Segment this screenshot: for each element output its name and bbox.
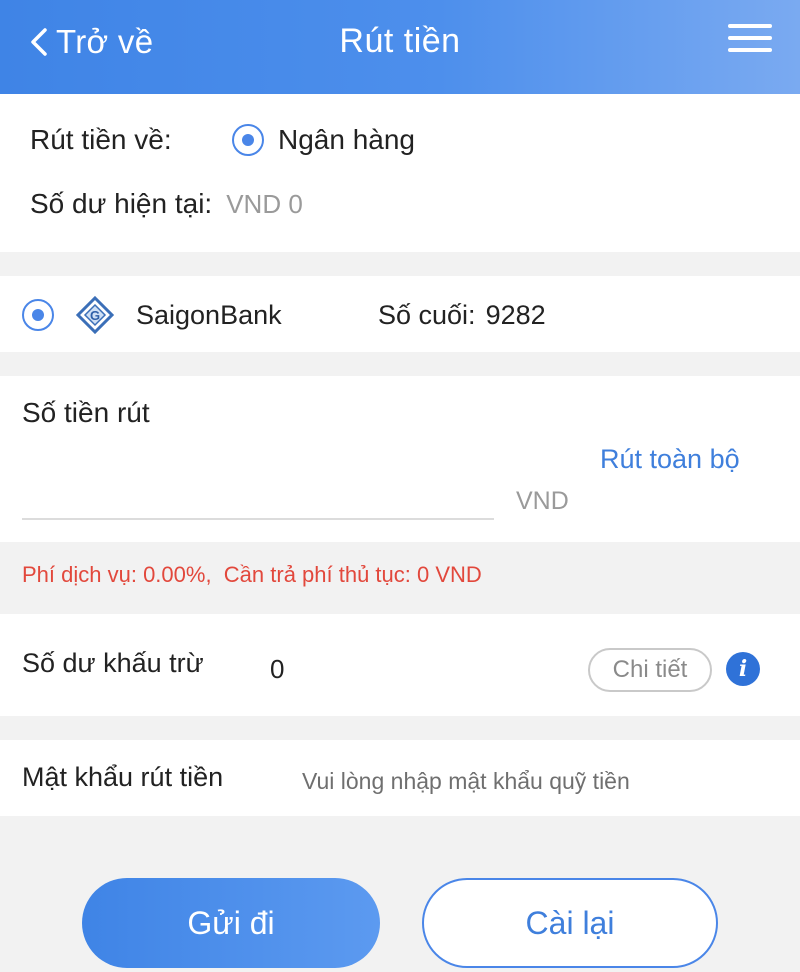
- svg-text:G: G: [90, 308, 100, 323]
- withdraw-all-link[interactable]: Rút toàn bộ: [600, 444, 740, 475]
- fee-notice: Phí dịch vụ: 0.00%, Cần trả phí thủ tục:…: [22, 562, 482, 587]
- radio-selected-icon[interactable]: [232, 124, 264, 156]
- password-placeholder: Vui lòng nhập mật khẩu quỹ tiền: [302, 767, 630, 794]
- reset-button[interactable]: Cài lại: [422, 878, 718, 968]
- saigonbank-logo-icon: G: [75, 295, 115, 335]
- amount-input[interactable]: [22, 476, 494, 516]
- bank-name: SaigonBank: [136, 299, 282, 330]
- amount-label: Số tiền rút: [22, 397, 150, 428]
- submit-button[interactable]: Gửi đi: [82, 878, 380, 968]
- amount-input-underline: [22, 518, 494, 520]
- app-header: Trở về Rút tiền: [0, 0, 800, 94]
- page-title: Rút tiền: [339, 22, 461, 60]
- amount-currency: VND: [516, 486, 569, 515]
- balance-value: VND 0: [226, 188, 303, 219]
- withdraw-to-label: Rút tiền về:: [30, 124, 172, 155]
- password-section: Mật khẩu rút tiền Vui lòng nhập mật khẩu…: [0, 740, 800, 816]
- detail-button[interactable]: Chi tiết: [588, 648, 712, 692]
- amount-section: Số tiền rút Rút toàn bộ VND: [0, 376, 800, 542]
- last-digits-value: 9282: [485, 299, 546, 330]
- password-input[interactable]: Vui lòng nhập mật khẩu quỹ tiền: [302, 764, 772, 798]
- balance-label: Số dư hiện tại:: [30, 188, 213, 219]
- info-icon[interactable]: i: [726, 652, 760, 686]
- deduction-value: 0: [270, 653, 285, 684]
- bank-radio-option[interactable]: Ngân hàng: [232, 122, 415, 158]
- bank-radio-icon[interactable]: [22, 299, 54, 331]
- withdraw-destination-section: Rút tiền về: Ngân hàng Số dư hiện tại: V…: [0, 94, 800, 252]
- hamburger-menu-icon[interactable]: [728, 24, 772, 60]
- last-digits-label: Số cuối:: [378, 299, 476, 330]
- bank-card-row[interactable]: G SaigonBank Số cuối: 9282: [0, 276, 800, 352]
- password-label: Mật khẩu rút tiền: [22, 761, 224, 792]
- deduction-label: Số dư khấu trừ: [22, 647, 204, 678]
- withdraw-to-option: Ngân hàng: [278, 124, 416, 155]
